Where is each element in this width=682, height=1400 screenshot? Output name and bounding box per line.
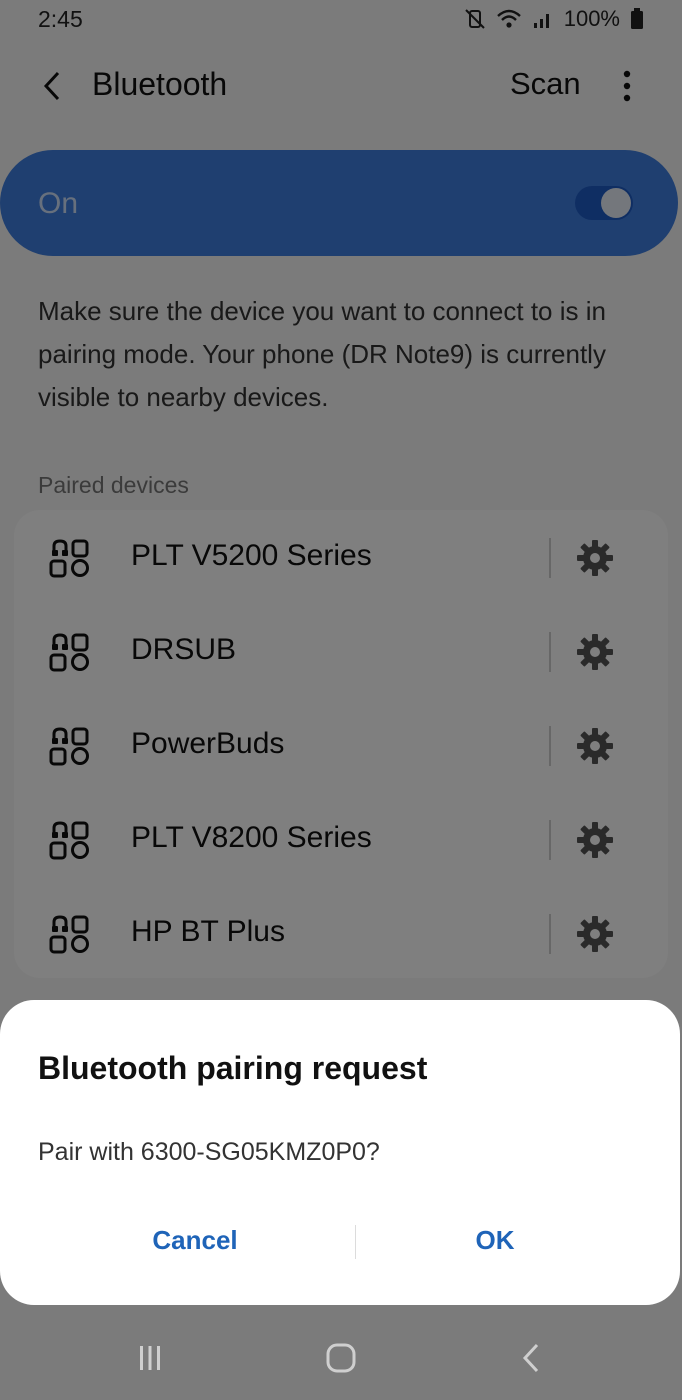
back-nav-icon — [522, 1343, 539, 1373]
back-nav-button[interactable] — [502, 1337, 562, 1379]
ok-button[interactable]: OK — [360, 1210, 630, 1270]
recent-apps-icon — [140, 1346, 160, 1370]
home-icon — [326, 1343, 356, 1373]
recent-apps-button[interactable] — [120, 1337, 180, 1379]
bluetooth-settings-screen: 2:45 100% Bluetooth Scan On — [0, 0, 682, 1400]
cancel-button[interactable]: Cancel — [60, 1210, 330, 1270]
dialog-title: Bluetooth pairing request — [38, 1050, 428, 1086]
home-button[interactable] — [311, 1337, 371, 1379]
dialog-button-divider — [355, 1225, 356, 1259]
navigation-bar — [0, 1315, 682, 1400]
pairing-dialog: Bluetooth pairing request Pair with 6300… — [0, 1000, 680, 1305]
dialog-message: Pair with 6300-SG05KMZ0P0? — [38, 1138, 380, 1166]
